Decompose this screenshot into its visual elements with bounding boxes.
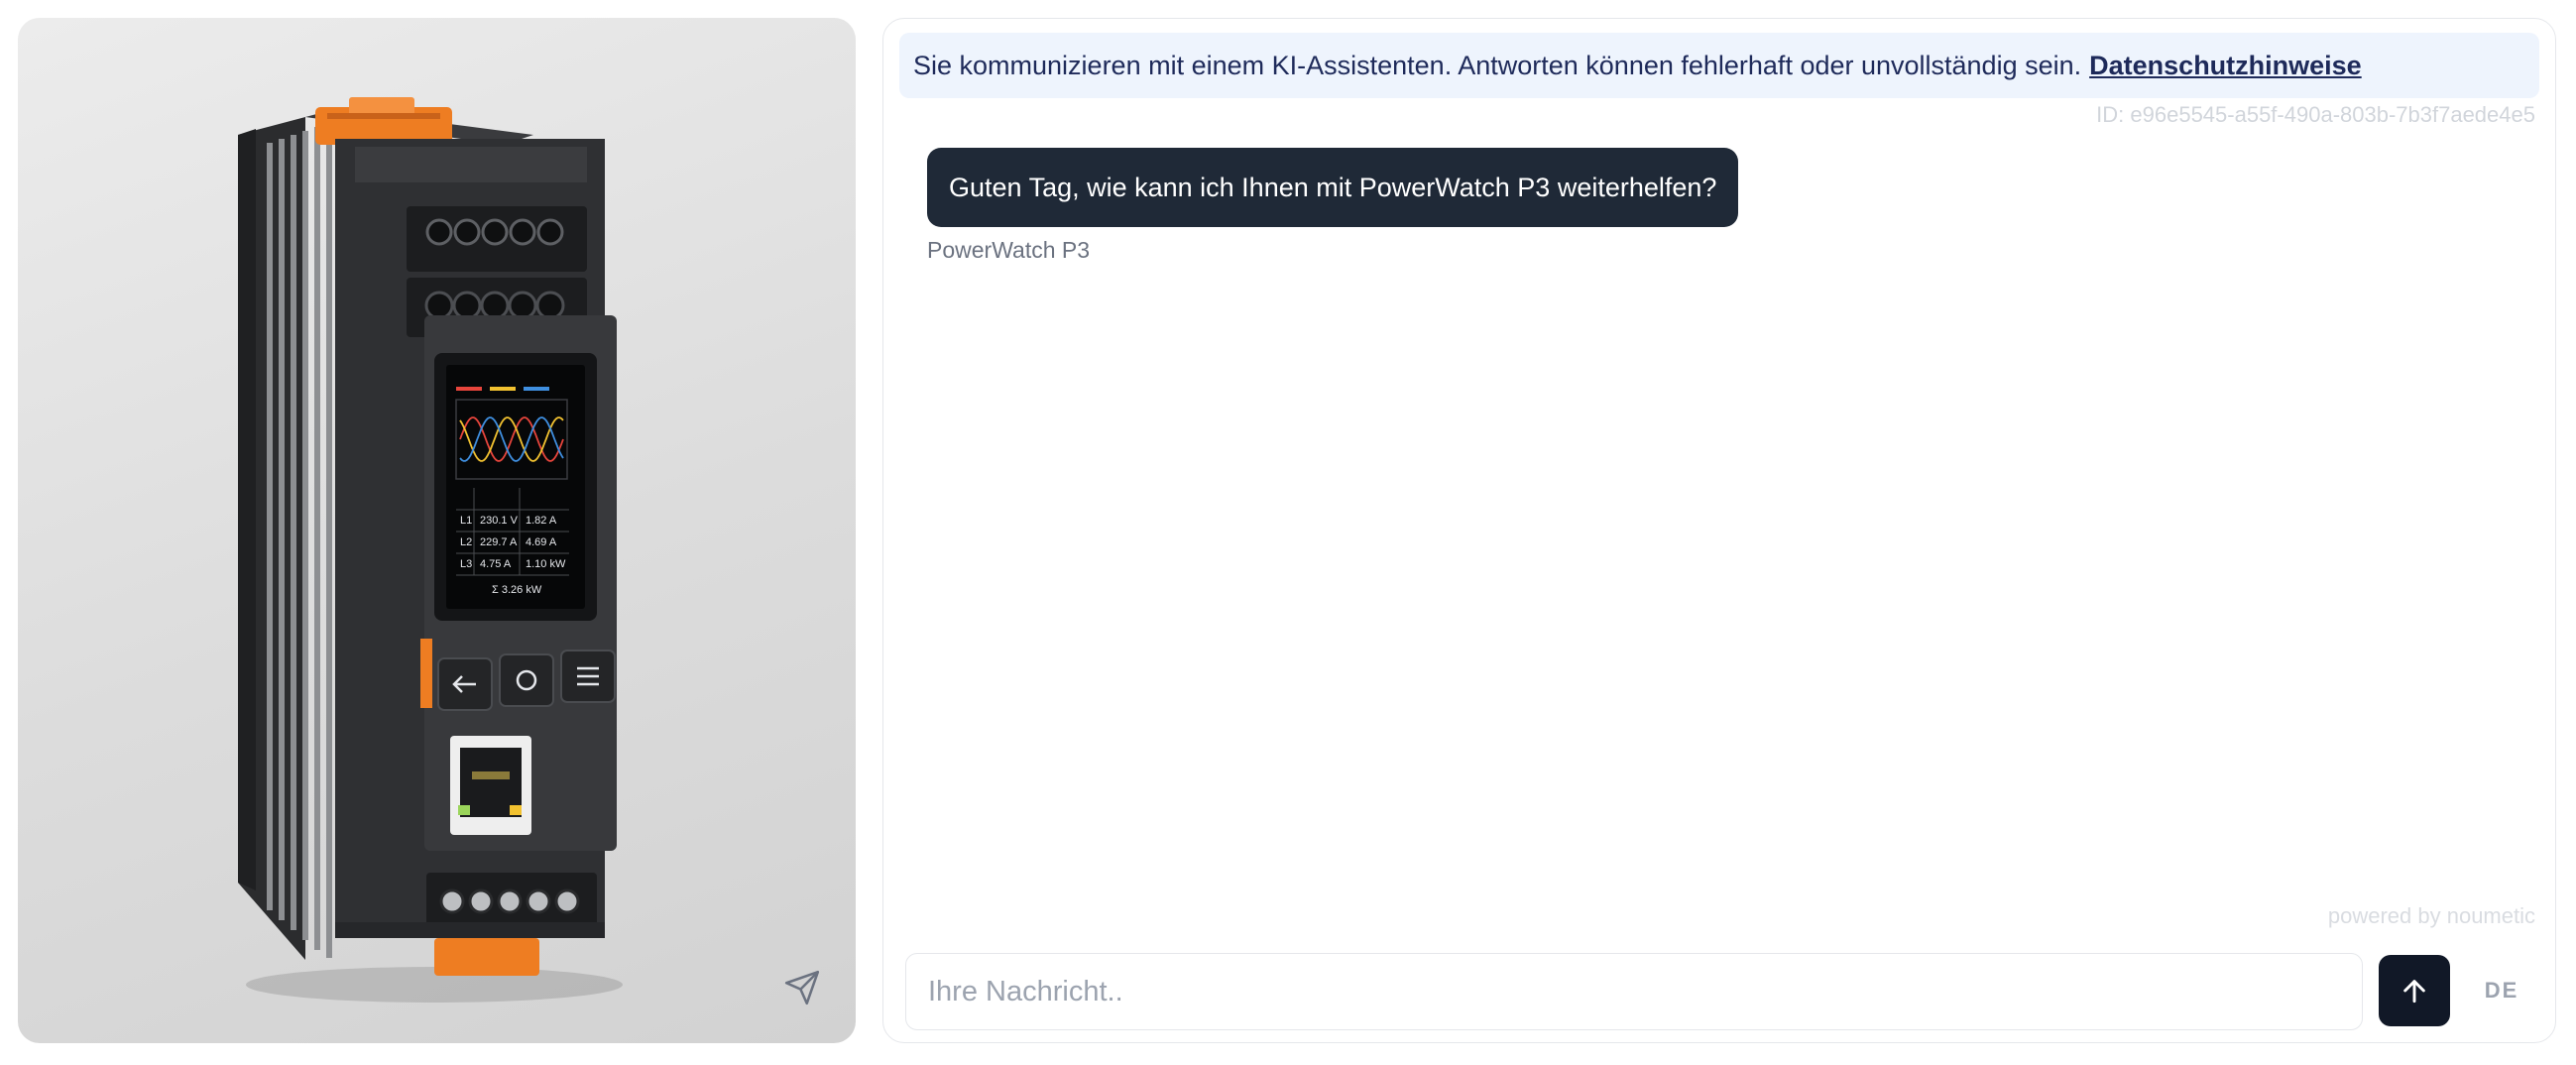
terminal-screws-bottom xyxy=(439,888,580,914)
ai-disclaimer-banner: Sie kommunizieren mit einem KI-Assistent… xyxy=(899,33,2539,98)
message-text: Guten Tag, wie kann ich Ihnen mit PowerW… xyxy=(949,172,1717,202)
device-buttons xyxy=(437,650,616,711)
send-button[interactable] xyxy=(2379,955,2450,1026)
send-icon xyxy=(784,970,820,1006)
disclaimer-text: Sie kommunizieren mit einem KI-Assistent… xyxy=(913,50,2082,80)
product-image-panel: L1 230.1 V 1.82 A L2 229.7 A 4.69 A L3 4… xyxy=(18,18,856,1043)
lcd-screen xyxy=(446,365,585,609)
message-sender: PowerWatch P3 xyxy=(927,237,1091,263)
share-button[interactable] xyxy=(778,964,826,1011)
lcd-phase-3: L3 xyxy=(460,558,472,570)
lcd-value-2a: 229.7 A xyxy=(480,536,518,548)
session-id: ID: e96e5545-a55f-490a-803b-7b3f7aede4e5 xyxy=(2096,102,2535,127)
privacy-link[interactable]: Datenschutzhinweise xyxy=(2089,51,2362,81)
lcd-phase-1: L1 xyxy=(460,515,472,527)
lcd-value-2b: 4.69 A xyxy=(526,536,557,548)
arrow-up-icon xyxy=(2403,980,2425,1004)
lcd-value-1a: 230.1 V xyxy=(480,515,519,527)
lcd-value-3a: 4.75 A xyxy=(480,558,512,570)
powered-by: powered by noumetic xyxy=(2327,903,2535,928)
din-clip-bottom xyxy=(434,938,539,976)
language-selector[interactable]: DE xyxy=(2470,955,2533,1026)
product-image: L1 230.1 V 1.82 A L2 229.7 A 4.69 A L3 4… xyxy=(238,97,623,1003)
din-clip-top xyxy=(315,97,452,145)
chat-panel: Sie kommunizieren mit einem KI-Assistent… xyxy=(882,18,2556,1043)
assistant-message-bubble: Guten Tag, wie kann ich Ihnen mit PowerW… xyxy=(927,148,1739,227)
lcd-value-3b: 1.10 kW xyxy=(526,558,566,570)
lcd-total: Σ 3.26 kW xyxy=(492,584,542,596)
lcd-phase-2: L2 xyxy=(460,536,472,548)
lcd-value-1b: 1.82 A xyxy=(526,515,557,527)
terminal-screws-top xyxy=(425,218,564,246)
message-input[interactable] xyxy=(905,953,2363,1030)
